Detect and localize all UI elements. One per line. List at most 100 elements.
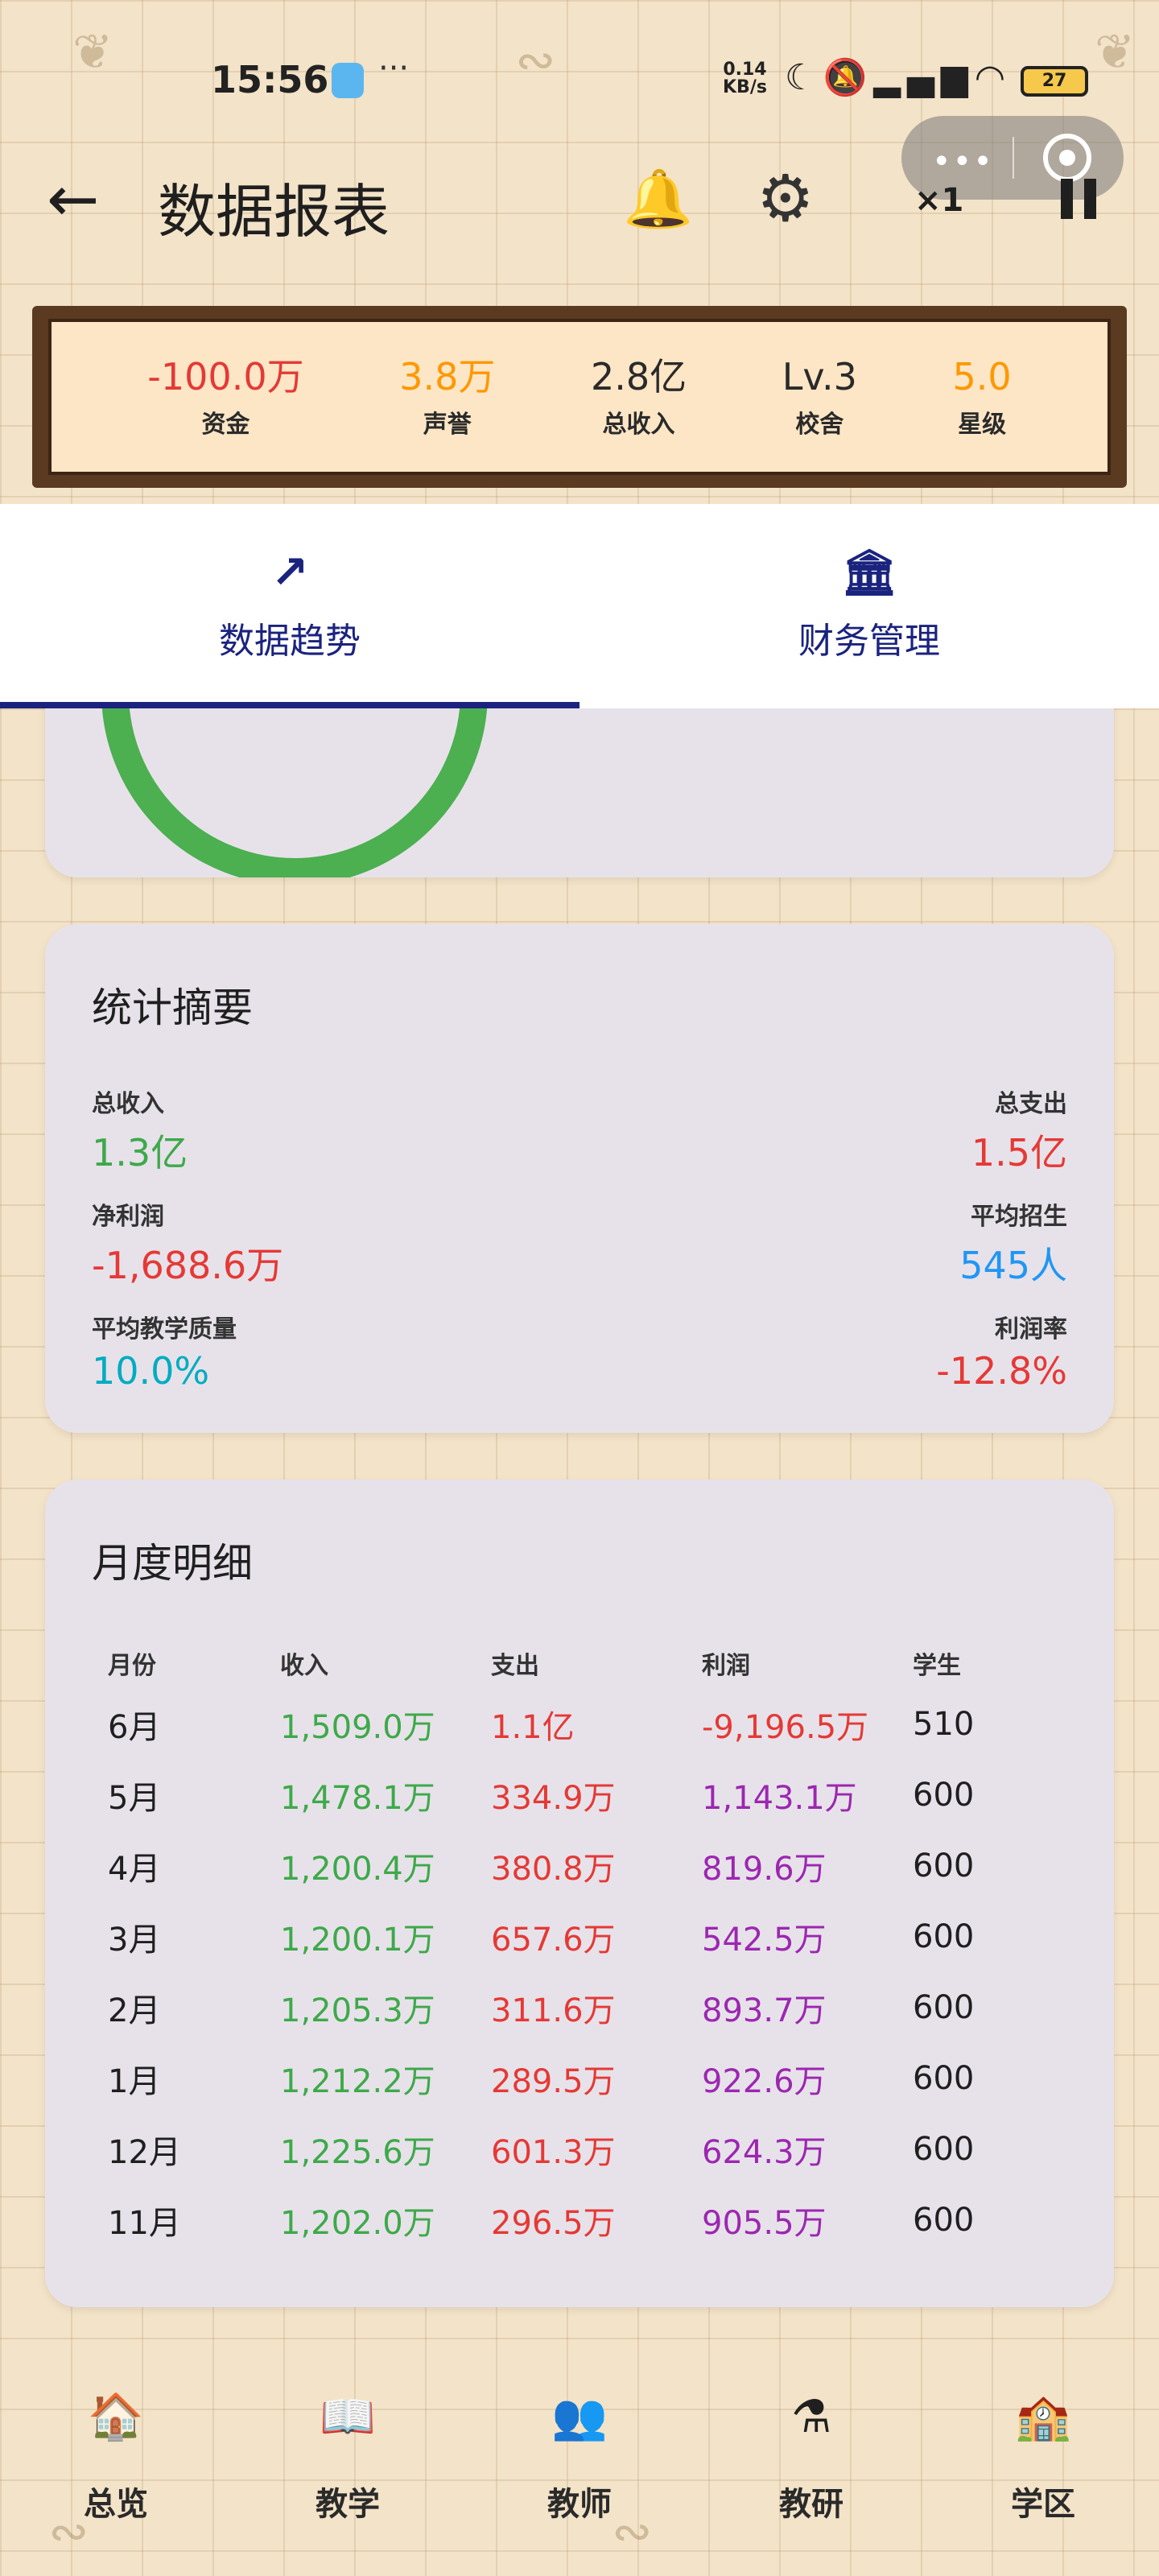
- moon-icon: ☾: [785, 57, 823, 98]
- summary-row: 总收入 1.3亿 总支出 1.5亿: [92, 1084, 1067, 1196]
- summary-row: 平均教学质量 10.0% 利润率 -12.8%: [92, 1309, 1067, 1422]
- status-time: 15:56: [211, 58, 329, 101]
- cell-month: 11月: [108, 2205, 181, 2242]
- cell-students: 600: [913, 2131, 975, 2168]
- network-speed-unit: KB/s: [723, 77, 767, 97]
- summary-label: 平均教学质量: [92, 1315, 237, 1344]
- tab-label: 数据趋势: [219, 621, 361, 662]
- bell-icon[interactable]: 🔔: [623, 166, 693, 233]
- cell-students: 600: [913, 1918, 975, 1955]
- summary-label: 总支出: [995, 1090, 1067, 1118]
- cell-profit: 542.5万: [702, 1922, 827, 1959]
- gear-icon[interactable]: ⚙: [757, 161, 815, 236]
- nav-label: 教学: [316, 2486, 380, 2523]
- nav-item-district[interactable]: 🏫 学区: [927, 2375, 1159, 2576]
- active-tab-indicator: [0, 702, 580, 708]
- tab-data-trend[interactable]: ↗ 数据趋势: [0, 504, 580, 708]
- table-header-row: 月份 收入 支出 利润 学生: [92, 1637, 1067, 1689]
- nav-label: 总览: [84, 2486, 148, 2523]
- bank-icon: 🏛: [840, 547, 898, 599]
- resource-star-rating: 5.0 星级: [953, 354, 1012, 440]
- resource-label: 校舍: [795, 411, 844, 439]
- monthly-title: 月度明细: [92, 1540, 253, 1587]
- monthly-detail-card: 月度明细 月份 收入 支出 利润 学生 6月 1,509.0万 1.1亿 -9,…: [45, 1480, 1114, 2307]
- cell-expense: 601.3万: [491, 2134, 616, 2171]
- tab-label: 财务管理: [798, 621, 940, 662]
- cell-income: 1,200.4万: [280, 1851, 435, 1888]
- table-row: 11月 1,202.0万 296.5万 905.5万 600: [92, 2185, 1067, 2256]
- cell-profit: -9,196.5万: [702, 1709, 869, 1746]
- network-speed: 0.14 KB/s: [723, 61, 767, 97]
- summary-label: 净利润: [92, 1203, 164, 1231]
- table-row: 5月 1,478.1万 334.9万 1,143.1万 600: [92, 1760, 1067, 1831]
- monthly-table: 月份 收入 支出 利润 学生 6月 1,509.0万 1.1亿 -9,196.5…: [92, 1637, 1067, 2256]
- summary-value: -12.8%: [936, 1349, 1067, 1393]
- nav-label: 学区: [1011, 2486, 1075, 2523]
- resource-value: -100.0万: [147, 355, 304, 398]
- pause-icon[interactable]: [1061, 179, 1096, 219]
- nav-label: 教研: [779, 2486, 843, 2523]
- resource-funds: -100.0万 资金: [147, 354, 303, 440]
- cell-month: 6月: [108, 1709, 161, 1746]
- summary-label: 总收入: [92, 1090, 164, 1118]
- cell-month: 4月: [108, 1851, 161, 1888]
- nav-item-research[interactable]: ⚗ 教研: [695, 2375, 927, 2576]
- cell-expense: 380.8万: [491, 1851, 616, 1888]
- cell-month: 3月: [108, 1922, 161, 1959]
- nav-label: 教师: [547, 2486, 612, 2523]
- battery-icon: 27: [1021, 66, 1088, 97]
- game-speed-button[interactable]: ×1: [914, 182, 963, 219]
- column-header-income: 收入: [280, 1652, 328, 1680]
- book-icon: 📖: [320, 2391, 376, 2443]
- cell-income: 1,225.6万: [280, 2134, 435, 2171]
- summary-row: 净利润 -1,688.6万 平均招生 545人: [92, 1196, 1067, 1309]
- column-header-profit: 利润: [702, 1652, 750, 1680]
- tab-bar: ↗ 数据趋势 🏛 财务管理: [0, 504, 1159, 708]
- resource-reputation: 3.8万 声誉: [399, 354, 495, 440]
- nav-item-teachers[interactable]: 👥 教师: [464, 2375, 695, 2576]
- table-row: 4月 1,200.4万 380.8万 819.6万 600: [92, 1831, 1067, 1901]
- notification-app-icon: [332, 63, 364, 98]
- cell-students: 600: [913, 2060, 975, 2097]
- column-header-expense: 支出: [491, 1652, 539, 1680]
- close-miniprogram-button[interactable]: [1043, 134, 1091, 182]
- capsule-divider: [1013, 137, 1014, 179]
- cell-month: 2月: [108, 1992, 161, 2029]
- summary-card: 统计摘要 总收入 1.3亿 总支出 1.5亿 净利润 -1,688.6万 平均招…: [45, 924, 1114, 1433]
- cell-income: 1,212.2万: [280, 2063, 435, 2100]
- resource-panel-inner: -100.0万 资金 3.8万 声誉 2.8亿 总收入 Lv.3 校舍 5.0 …: [48, 319, 1111, 475]
- cell-expense: 657.6万: [491, 1922, 616, 1959]
- table-row: 2月 1,205.3万 311.6万 893.7万 600: [92, 1972, 1067, 2043]
- nav-item-teaching[interactable]: 📖 教学: [232, 2375, 464, 2576]
- summary-value: 545人: [959, 1244, 1067, 1287]
- cell-expense: 1.1亿: [491, 1709, 575, 1746]
- cell-profit: 922.6万: [702, 2063, 827, 2100]
- cell-expense: 289.5万: [491, 2063, 616, 2100]
- more-menu-button[interactable]: •••: [932, 143, 994, 180]
- resource-label: 声誉: [423, 411, 472, 439]
- nav-item-overview[interactable]: 🏠 总览: [0, 2375, 232, 2576]
- cell-students: 600: [913, 1847, 975, 1885]
- bottom-nav: 🏠 总览 📖 教学 👥 教师 ⚗ 教研 🏫 学区: [0, 2375, 1159, 2576]
- summary-profit-margin: 利润率 -12.8%: [936, 1309, 1067, 1422]
- tab-finance-management[interactable]: 🏛 财务管理: [580, 504, 1159, 708]
- cell-profit: 905.5万: [702, 2205, 827, 2242]
- resource-panel: -100.0万 资金 3.8万 声誉 2.8亿 总收入 Lv.3 校舍 5.0 …: [32, 306, 1127, 488]
- summary-total-expense: 总支出 1.5亿: [971, 1084, 1067, 1196]
- cell-expense: 334.9万: [491, 1780, 616, 1817]
- resource-value: Lv.3: [782, 355, 857, 398]
- back-arrow-icon[interactable]: ←: [47, 166, 99, 233]
- cell-income: 1,205.3万: [280, 1992, 435, 2029]
- cell-students: 510: [913, 1706, 975, 1743]
- summary-net-profit: 净利润 -1,688.6万: [92, 1196, 283, 1309]
- table-row: 1月 1,212.2万 289.5万 922.6万 600: [92, 2043, 1067, 2114]
- resource-value: 3.8万: [399, 355, 496, 398]
- network-speed-value: 0.14: [723, 60, 767, 80]
- summary-label: 平均招生: [971, 1203, 1067, 1231]
- cell-profit: 624.3万: [702, 2134, 827, 2171]
- cell-month: 1月: [108, 2063, 161, 2100]
- flask-icon: ⚗: [790, 2391, 832, 2443]
- cell-income: 1,509.0万: [280, 1709, 435, 1746]
- page-title: 数据报表: [158, 178, 390, 246]
- column-header-students: 学生: [913, 1652, 961, 1680]
